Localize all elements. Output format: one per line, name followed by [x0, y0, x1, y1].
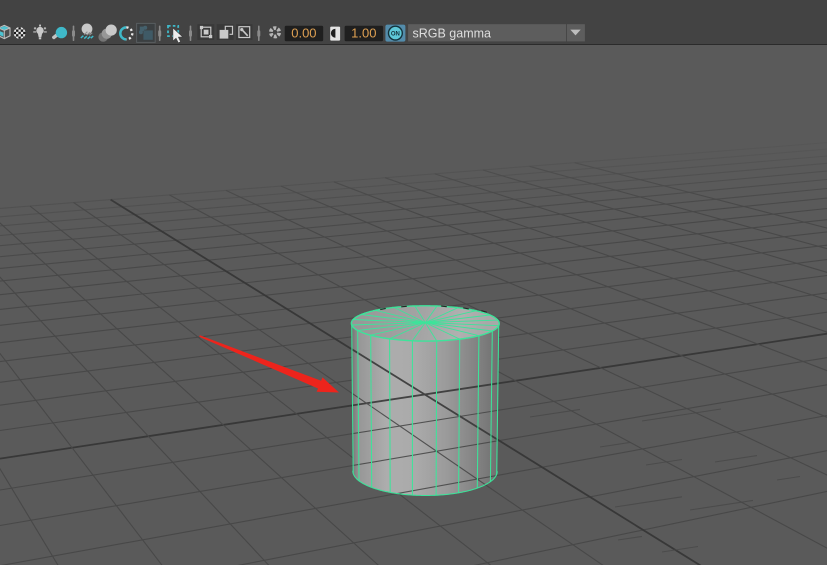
svg-text:sRGB gamma: sRGB gamma — [413, 26, 492, 40]
svg-text:0.00: 0.00 — [291, 25, 316, 40]
svg-text:ON: ON — [391, 31, 400, 37]
svg-text:1.00: 1.00 — [351, 25, 376, 40]
